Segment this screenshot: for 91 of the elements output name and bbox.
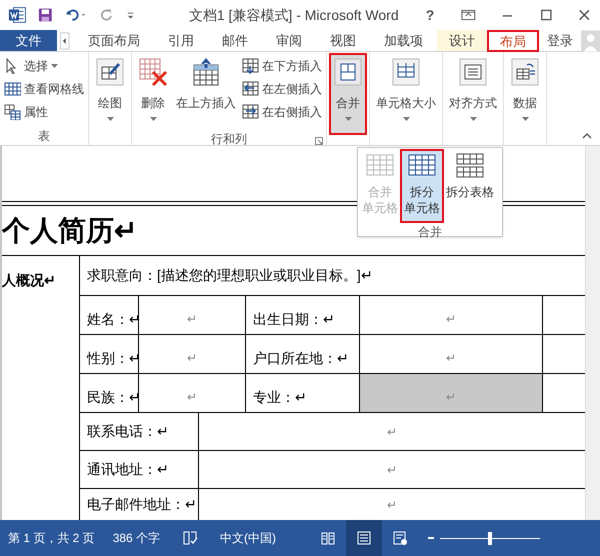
grid-icon: [4, 81, 21, 97]
table-cell: 通讯地址：↵: [80, 451, 199, 488]
table-cell: ↵: [139, 374, 246, 412]
table-cell: 人概况↵: [2, 272, 56, 288]
sign-in-link[interactable]: 登录: [538, 30, 581, 51]
table-delete-icon: [138, 57, 168, 87]
dialog-launcher-icon[interactable]: [315, 137, 323, 145]
group-label: 表: [38, 130, 50, 142]
caret-icon: [522, 117, 528, 121]
web-layout-icon: [392, 530, 408, 546]
document-title: 个人简历↵: [2, 216, 137, 244]
ribbon-button[interactable]: 在上方插入: [174, 55, 238, 133]
caret-icon: [470, 117, 476, 121]
table-cell-text: 求职意向：[描述您的理想职业或职业目标。]↵: [87, 266, 373, 285]
caret-icon: [51, 64, 58, 68]
undo-icon[interactable]: [65, 7, 88, 23]
language-indicator[interactable]: 中文(中国): [220, 529, 276, 547]
read-mode-icon: [320, 530, 336, 546]
menu-item[interactable]: 拆分表格: [444, 151, 496, 221]
group-label: 行和列: [211, 133, 247, 145]
table-cell: 民族：↵: [80, 374, 139, 412]
ribbon-tab[interactable]: 设计: [436, 30, 487, 51]
ribbon-button[interactable]: 选择: [4, 56, 84, 76]
table-cell: 出生日期：↵: [246, 296, 360, 334]
ribbon-button[interactable]: 对齐方式: [447, 55, 499, 133]
word-logo-icon[interactable]: [8, 5, 26, 25]
split-cells-icon: [407, 153, 437, 178]
ribbon-button[interactable]: 删除: [136, 55, 170, 133]
insert-column-left-icon: [242, 81, 259, 97]
table-cell: ↵: [360, 296, 543, 334]
caret-icon: [402, 117, 410, 121]
collapse-ribbon-icon[interactable]: [582, 133, 592, 139]
ribbon-button[interactable]: 在下方插入: [242, 56, 322, 76]
slider-thumb[interactable]: [488, 532, 492, 544]
merge-icon: [333, 57, 363, 87]
split-table-icon: [455, 153, 485, 178]
table-cell: 户口所在地：↵: [246, 335, 360, 373]
word-count[interactable]: 386 个字: [112, 529, 160, 547]
scroll-left-icon[interactable]: [60, 30, 70, 52]
properties-icon: [4, 104, 21, 120]
table-cell: 联系电话：↵: [80, 413, 199, 450]
ribbon-button[interactable]: 单元格大小: [374, 55, 438, 133]
maximize-icon[interactable]: [538, 8, 554, 22]
ribbon-tab[interactable]: 引用: [154, 30, 208, 51]
close-icon[interactable]: [577, 8, 592, 22]
merge-cells-icon: [365, 153, 395, 178]
page-count[interactable]: 第 1 页，共 2 页: [8, 529, 95, 547]
table-cell: 性别：↵: [80, 335, 139, 373]
ribbon-button[interactable]: 属性: [4, 102, 84, 122]
caret-icon: [344, 117, 352, 121]
ribbon-tab[interactable]: 页面布局: [74, 30, 154, 51]
ribbon-display-icon[interactable]: [461, 8, 476, 22]
ribbon-button[interactable]: 绘图: [93, 55, 127, 133]
table-cell: ↵: [139, 296, 246, 334]
table-cell: ↵: [360, 335, 543, 373]
ribbon-tab[interactable]: 审阅: [262, 30, 316, 51]
caret-icon: [106, 117, 114, 121]
caret-icon: [150, 117, 156, 121]
data-icon: [510, 57, 540, 87]
table-cell-text: ↵: [386, 496, 398, 514]
group-label: 合并: [417, 224, 443, 241]
table-cell-text: ↵: [386, 424, 398, 440]
table-cell: 姓名：↵: [80, 296, 139, 334]
ribbon-tab[interactable]: 加载项: [370, 30, 437, 51]
ribbon-button[interactable]: 查看网格线: [4, 79, 84, 99]
alignment-icon: [458, 57, 488, 87]
save-icon[interactable]: [38, 7, 54, 23]
table-cell-text: ↵: [386, 462, 398, 478]
ribbon-button[interactable]: 数据: [508, 55, 542, 133]
insert-row-below-icon: [242, 58, 259, 74]
ribbon-button[interactable]: 在右侧插入: [242, 102, 322, 122]
zoom-slider[interactable]: [440, 532, 540, 544]
ribbon-button[interactable]: 合并: [331, 55, 365, 133]
view-button[interactable]: [346, 520, 382, 556]
ribbon-button[interactable]: 在左侧插入: [242, 79, 322, 99]
ribbon-tab[interactable]: 视图: [316, 30, 370, 51]
scrollbar[interactable]: [585, 146, 600, 520]
help-icon[interactable]: ?: [422, 4, 438, 26]
table-cell: ↵: [139, 335, 246, 373]
menu-item[interactable]: 拆分 单元格: [402, 151, 442, 221]
ribbon-tab[interactable]: 邮件: [208, 30, 262, 51]
window-title: 文档1 [兼容模式] - Microsoft Word: [188, 6, 399, 25]
table-cell: ↵: [360, 374, 543, 412]
file-tab[interactable]: 文件: [0, 30, 58, 51]
insert-row-above-icon: [191, 57, 221, 87]
ribbon-tab[interactable]: 布局: [486, 30, 539, 52]
print-layout-icon: [356, 530, 372, 546]
cell-size-icon: [391, 57, 421, 87]
pencil-table-icon: [95, 57, 125, 87]
proofing-book-icon[interactable]: [182, 530, 198, 546]
insert-column-right-icon: [242, 104, 259, 120]
